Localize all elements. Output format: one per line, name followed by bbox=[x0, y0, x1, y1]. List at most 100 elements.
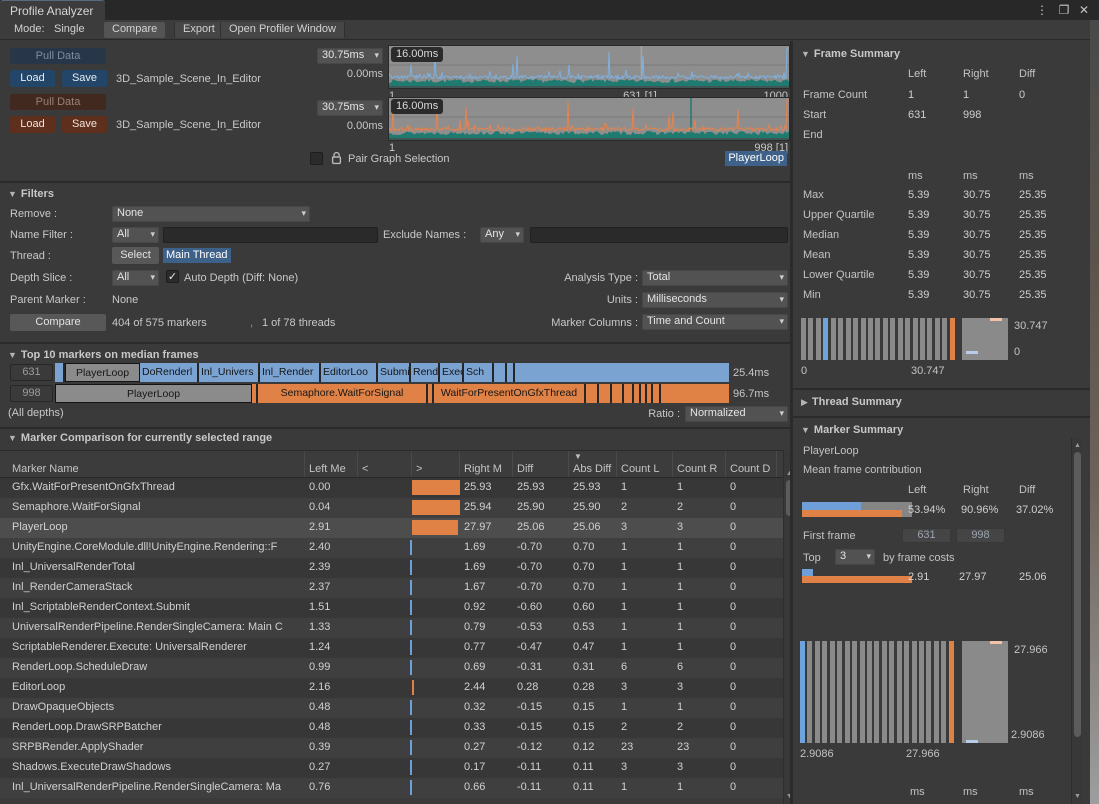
table-row[interactable]: Inl_UniversalRenderPipeline.RenderSingle… bbox=[0, 778, 783, 798]
marker-segment[interactable]: DoRenderl bbox=[140, 363, 199, 382]
export-button[interactable]: Export bbox=[174, 22, 224, 38]
top10-right-frame-button[interactable]: 998 bbox=[10, 385, 53, 402]
table-row[interactable]: Semaphore.WaitForSignal0.0425.9425.9025.… bbox=[0, 498, 783, 518]
left-frames-graph[interactable]: 16.00ms bbox=[388, 45, 790, 89]
first-frame-right-button[interactable]: 998 bbox=[956, 528, 1005, 543]
marker-summary-boxplot[interactable] bbox=[962, 641, 1008, 743]
close-icon[interactable]: ✕ bbox=[1076, 2, 1092, 18]
first-frame-left-button[interactable]: 631 bbox=[902, 528, 951, 543]
column-header-left-me[interactable]: Left Me bbox=[305, 451, 358, 477]
table-row[interactable]: UniversalRenderPipeline.RenderSingleCame… bbox=[0, 618, 783, 638]
marker-segment[interactable]: Inl_Univers bbox=[199, 363, 260, 382]
column-header-marker-name[interactable]: Marker Name bbox=[8, 451, 305, 477]
scroll-up-icon[interactable]: ▲ bbox=[1072, 442, 1083, 449]
marker-segment[interactable]: Sch bbox=[464, 363, 494, 382]
top-n-dropdown[interactable]: 3▾ bbox=[835, 549, 875, 565]
table-row[interactable]: DrawOpaqueObjects0.480.32-0.150.15110 bbox=[0, 698, 783, 718]
thread-summary-header[interactable]: ▶Thread Summary bbox=[801, 396, 902, 408]
table-row[interactable]: PlayerLoop2.9127.9725.0625.06330 bbox=[0, 518, 783, 538]
marker-segment-blank[interactable] bbox=[586, 384, 599, 403]
depth-slice-dropdown[interactable]: All▾ bbox=[112, 270, 159, 286]
table-row[interactable]: ScriptableRenderer.Execute: UniversalRen… bbox=[0, 638, 783, 658]
auto-depth-checkbox[interactable]: ✓ bbox=[166, 270, 179, 283]
right-graph-scale-dropdown[interactable]: 30.75ms▾ bbox=[317, 100, 383, 116]
marker-segment[interactable]: PlayerLoop bbox=[55, 384, 252, 403]
column-header-diff[interactable]: Diff bbox=[513, 451, 569, 477]
table-row[interactable]: Inl_UniversalRenderTotal2.391.69-0.700.7… bbox=[0, 558, 783, 578]
marker-segment-blank[interactable] bbox=[494, 363, 507, 382]
column-header-count-l[interactable]: Count L bbox=[617, 451, 673, 477]
top10-left-frame-button[interactable]: 631 bbox=[10, 364, 53, 381]
thread-value-chip[interactable]: Main Thread bbox=[163, 248, 231, 263]
pair-graph-selection-checkbox[interactable] bbox=[310, 152, 323, 165]
marker-segment-blank[interactable] bbox=[599, 384, 612, 403]
marker-segment-blank[interactable] bbox=[612, 384, 624, 403]
top10-header[interactable]: ▼Top 10 markers on median frames bbox=[8, 349, 199, 361]
table-row[interactable]: Inl_RenderCameraStack2.371.67-0.700.7011… bbox=[0, 578, 783, 598]
units-dropdown[interactable]: Milliseconds▾ bbox=[642, 292, 788, 308]
comparison-header[interactable]: ▼Marker Comparison for currently selecte… bbox=[8, 432, 272, 444]
table-row[interactable]: RenderLoop.ScheduleDraw0.990.69-0.310.31… bbox=[0, 658, 783, 678]
marker-segment-blank[interactable] bbox=[653, 384, 661, 403]
exclude-names-input[interactable] bbox=[530, 227, 788, 243]
marker-segment-blank[interactable] bbox=[515, 363, 729, 382]
mode-single-button[interactable]: Single bbox=[46, 22, 93, 38]
marker-segment-blank[interactable] bbox=[661, 384, 729, 403]
analysis-type-dropdown[interactable]: Total▾ bbox=[642, 270, 788, 286]
compare-button[interactable]: Compare bbox=[10, 314, 106, 331]
table-row[interactable]: UnityEngine.CoreModule.dll!UnityEngine.R… bbox=[0, 538, 783, 558]
marker-segment-blank[interactable] bbox=[624, 384, 634, 403]
pull-data-left-button[interactable]: Pull Data bbox=[10, 48, 106, 64]
filters-header[interactable]: ▼Filters bbox=[8, 188, 54, 200]
window-menu-icon[interactable]: ⋮ bbox=[1034, 2, 1050, 18]
table-row[interactable]: EditorLoop2.162.440.280.28330 bbox=[0, 678, 783, 698]
summary-scrollbar-thumb[interactable] bbox=[1074, 452, 1081, 737]
marker-segment[interactable]: Inl_Render bbox=[260, 363, 321, 382]
selected-marker-chip[interactable]: PlayerLoop bbox=[725, 151, 787, 166]
name-filter-mode-dropdown[interactable]: All▾ bbox=[112, 227, 159, 243]
marker-segment[interactable]: EditorLoo bbox=[321, 363, 378, 382]
exclude-mode-dropdown[interactable]: Any▾ bbox=[480, 227, 524, 243]
frame-summary-histogram[interactable] bbox=[801, 318, 955, 360]
table-row[interactable]: Gfx.WaitForPresentOnGfxThread0.0025.9325… bbox=[0, 478, 783, 498]
marker-segment-blank[interactable] bbox=[55, 363, 65, 382]
marker-segment[interactable]: Semaphore.WaitForSignal bbox=[258, 384, 428, 403]
mode-compare-button[interactable]: Compare bbox=[104, 22, 165, 38]
table-row[interactable]: Shadows.ExecuteDrawShadows0.270.17-0.110… bbox=[0, 758, 783, 778]
remove-dropdown[interactable]: None▾ bbox=[112, 206, 310, 222]
column-header--[interactable]: < bbox=[358, 451, 412, 477]
column-header-right-m[interactable]: Right M bbox=[460, 451, 513, 477]
pull-data-right-button[interactable]: Pull Data bbox=[10, 94, 106, 110]
ratio-dropdown[interactable]: Normalized▾ bbox=[685, 406, 788, 422]
marker-summary-histogram[interactable] bbox=[800, 641, 954, 743]
frame-summary-boxplot[interactable] bbox=[962, 318, 1008, 360]
load-left-button[interactable]: Load bbox=[10, 70, 55, 87]
name-filter-input[interactable] bbox=[163, 227, 378, 243]
table-row[interactable]: SRPBRender.ApplyShader0.390.27-0.120.122… bbox=[0, 738, 783, 758]
summary-scrollbar[interactable]: ▲ ▼ bbox=[1071, 438, 1082, 804]
marker-columns-dropdown[interactable]: Time and Count▾ bbox=[642, 314, 788, 330]
marker-segment[interactable]: WaitForPresentOnGfxThread bbox=[434, 384, 586, 403]
marker-segment-blank[interactable] bbox=[507, 363, 515, 382]
column-header-count-d[interactable]: Count D bbox=[726, 451, 777, 477]
window-tab[interactable]: Profile Analyzer bbox=[0, 0, 105, 20]
thread-select-button[interactable]: Select bbox=[112, 247, 159, 264]
column-header-count-r[interactable]: Count R bbox=[673, 451, 726, 477]
marker-segment[interactable]: PlayerLoop bbox=[65, 363, 140, 382]
save-left-button[interactable]: Save bbox=[62, 70, 107, 87]
load-right-button[interactable]: Load bbox=[10, 116, 55, 133]
scroll-down-icon[interactable]: ▼ bbox=[1072, 793, 1083, 800]
table-row[interactable]: Inl_ScriptableRenderContext.Submit1.510.… bbox=[0, 598, 783, 618]
marker-summary-header[interactable]: ▼Marker Summary bbox=[801, 424, 903, 436]
column-header--[interactable]: > bbox=[412, 451, 460, 477]
lock-icon[interactable] bbox=[330, 151, 343, 168]
open-profiler-window-button[interactable]: Open Profiler Window bbox=[220, 22, 345, 38]
table-row[interactable]: RenderLoop.DrawSRPBatcher0.480.33-0.150.… bbox=[0, 718, 783, 738]
left-graph-scale-dropdown[interactable]: 30.75ms▾ bbox=[317, 48, 383, 64]
marker-segment-blank[interactable] bbox=[634, 384, 641, 403]
right-frames-graph[interactable]: 16.00ms bbox=[388, 97, 790, 141]
marker-segment[interactable]: Rend bbox=[411, 363, 440, 382]
save-right-button[interactable]: Save bbox=[62, 116, 107, 133]
marker-segment[interactable]: Exec bbox=[440, 363, 464, 382]
column-header-abs-diff[interactable]: Abs Diff▼ bbox=[569, 451, 617, 477]
